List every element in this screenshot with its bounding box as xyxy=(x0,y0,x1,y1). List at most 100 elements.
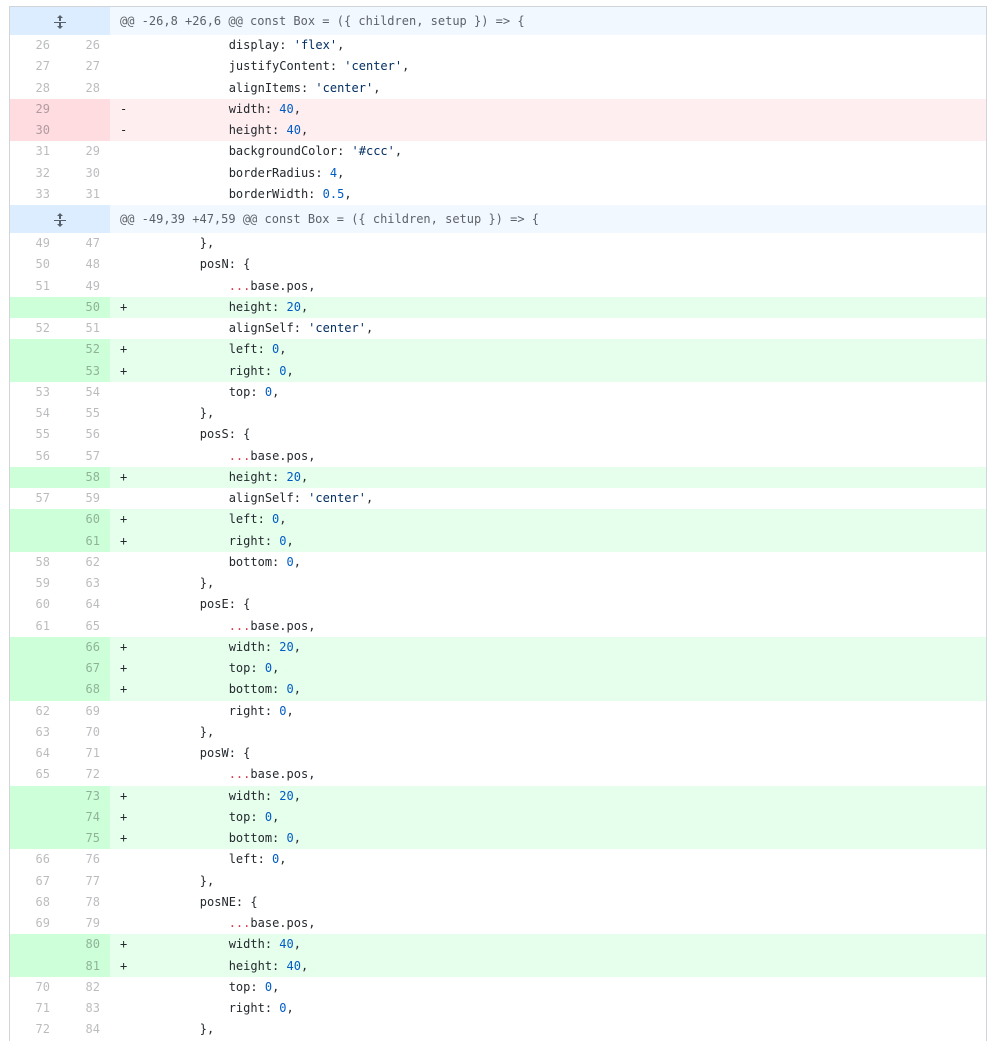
new-line-number[interactable]: 83 xyxy=(60,998,110,1019)
new-line-number[interactable]: 56 xyxy=(60,424,110,445)
old-line-number[interactable]: 29 xyxy=(10,98,60,120)
old-line-number[interactable]: 65 xyxy=(10,764,60,785)
new-line-number[interactable]: 80 xyxy=(60,934,110,956)
old-line-number[interactable] xyxy=(10,509,60,531)
expand-button[interactable] xyxy=(10,205,110,233)
old-line-number[interactable]: 64 xyxy=(10,743,60,764)
new-line-number[interactable]: 82 xyxy=(60,977,110,998)
new-line-number[interactable]: 68 xyxy=(60,679,110,701)
new-line-number[interactable]: 75 xyxy=(60,828,110,850)
new-line-number[interactable]: 77 xyxy=(60,871,110,892)
old-line-number[interactable]: 51 xyxy=(10,276,60,297)
old-line-number[interactable]: 52 xyxy=(10,318,60,339)
new-line-number[interactable]: 57 xyxy=(60,446,110,467)
new-line-number[interactable]: 63 xyxy=(60,573,110,594)
new-line-number[interactable]: 48 xyxy=(60,254,110,275)
new-line-number[interactable]: 79 xyxy=(60,913,110,934)
new-line-number[interactable]: 78 xyxy=(60,892,110,913)
new-line-number[interactable]: 47 xyxy=(60,233,110,254)
old-line-number[interactable]: 26 xyxy=(10,35,60,56)
new-line-number[interactable]: 84 xyxy=(60,1019,110,1040)
old-line-number[interactable]: 33 xyxy=(10,184,60,205)
old-line-number[interactable]: 67 xyxy=(10,871,60,892)
old-line-number[interactable] xyxy=(10,828,60,850)
new-line-number[interactable]: 76 xyxy=(60,849,110,870)
new-line-number[interactable]: 64 xyxy=(60,594,110,615)
old-line-number[interactable]: 58 xyxy=(10,552,60,573)
old-line-number[interactable]: 71 xyxy=(10,998,60,1019)
old-line-number[interactable]: 55 xyxy=(10,424,60,445)
context-line: 66 76 left: 0, xyxy=(10,849,986,870)
code-text: ...base.pos, xyxy=(228,278,316,293)
new-line-number[interactable]: 72 xyxy=(60,764,110,785)
new-line-number[interactable]: 53 xyxy=(60,360,110,382)
context-line: 53 54 top: 0, xyxy=(10,382,986,403)
new-line-number[interactable]: 52 xyxy=(60,339,110,361)
old-line-number[interactable] xyxy=(10,679,60,701)
new-line-number[interactable]: 70 xyxy=(60,722,110,743)
old-line-number[interactable] xyxy=(10,658,60,680)
new-line-number[interactable]: 30 xyxy=(60,163,110,184)
new-line-number[interactable]: 55 xyxy=(60,403,110,424)
old-line-number[interactable]: 28 xyxy=(10,78,60,99)
new-line-number[interactable]: 62 xyxy=(60,552,110,573)
old-line-number[interactable]: 61 xyxy=(10,616,60,637)
new-line-number[interactable]: 74 xyxy=(60,806,110,828)
old-line-number[interactable]: 53 xyxy=(10,382,60,403)
old-line-number[interactable]: 31 xyxy=(10,141,60,162)
new-line-number[interactable]: 54 xyxy=(60,382,110,403)
new-line-number[interactable]: 29 xyxy=(60,141,110,162)
new-line-number[interactable]: 59 xyxy=(60,488,110,509)
old-line-number[interactable] xyxy=(10,339,60,361)
number-literal: 0 xyxy=(264,384,273,399)
new-line-number[interactable]: 51 xyxy=(60,318,110,339)
old-line-number[interactable]: 56 xyxy=(10,446,60,467)
new-line-number[interactable]: 73 xyxy=(60,785,110,807)
old-line-number[interactable] xyxy=(10,466,60,488)
old-line-number[interactable] xyxy=(10,360,60,382)
expand-button[interactable] xyxy=(10,7,110,35)
old-line-number[interactable] xyxy=(10,296,60,318)
old-line-number[interactable]: 62 xyxy=(10,701,60,722)
old-line-number[interactable]: 69 xyxy=(10,913,60,934)
old-line-number[interactable]: 30 xyxy=(10,120,60,142)
new-line-number[interactable]: 71 xyxy=(60,743,110,764)
old-line-number[interactable] xyxy=(10,636,60,658)
old-line-number[interactable]: 50 xyxy=(10,254,60,275)
old-line-number[interactable] xyxy=(10,806,60,828)
new-line-number[interactable]: 81 xyxy=(60,955,110,977)
diff-marker xyxy=(120,1019,142,1040)
new-line-number[interactable]: 49 xyxy=(60,276,110,297)
code-text: bottom: 0, xyxy=(142,554,301,569)
new-line-number[interactable]: 27 xyxy=(60,56,110,77)
old-line-number[interactable]: 54 xyxy=(10,403,60,424)
old-line-number[interactable]: 32 xyxy=(10,163,60,184)
new-line-number[interactable]: 65 xyxy=(60,616,110,637)
new-line-number[interactable]: 58 xyxy=(60,466,110,488)
new-line-number[interactable]: 61 xyxy=(60,530,110,552)
old-line-number[interactable] xyxy=(10,934,60,956)
new-line-number[interactable]: 69 xyxy=(60,701,110,722)
old-line-number[interactable]: 49 xyxy=(10,233,60,254)
old-line-number[interactable] xyxy=(10,530,60,552)
new-line-number[interactable]: 60 xyxy=(60,509,110,531)
old-line-number[interactable]: 27 xyxy=(10,56,60,77)
new-line-number[interactable]: 31 xyxy=(60,184,110,205)
old-line-number[interactable]: 60 xyxy=(10,594,60,615)
old-line-number[interactable]: 66 xyxy=(10,849,60,870)
new-line-number[interactable]: 67 xyxy=(60,658,110,680)
old-line-number[interactable] xyxy=(10,955,60,977)
old-line-number[interactable]: 63 xyxy=(10,722,60,743)
new-line-number[interactable]: 50 xyxy=(60,296,110,318)
old-line-number[interactable]: 57 xyxy=(10,488,60,509)
old-line-number[interactable]: 59 xyxy=(10,573,60,594)
old-line-number[interactable] xyxy=(10,785,60,807)
new-line-number[interactable] xyxy=(60,98,110,120)
new-line-number[interactable]: 28 xyxy=(60,78,110,99)
old-line-number[interactable]: 72 xyxy=(10,1019,60,1040)
new-line-number[interactable]: 66 xyxy=(60,636,110,658)
new-line-number[interactable] xyxy=(60,120,110,142)
new-line-number[interactable]: 26 xyxy=(60,35,110,56)
old-line-number[interactable]: 68 xyxy=(10,892,60,913)
old-line-number[interactable]: 70 xyxy=(10,977,60,998)
